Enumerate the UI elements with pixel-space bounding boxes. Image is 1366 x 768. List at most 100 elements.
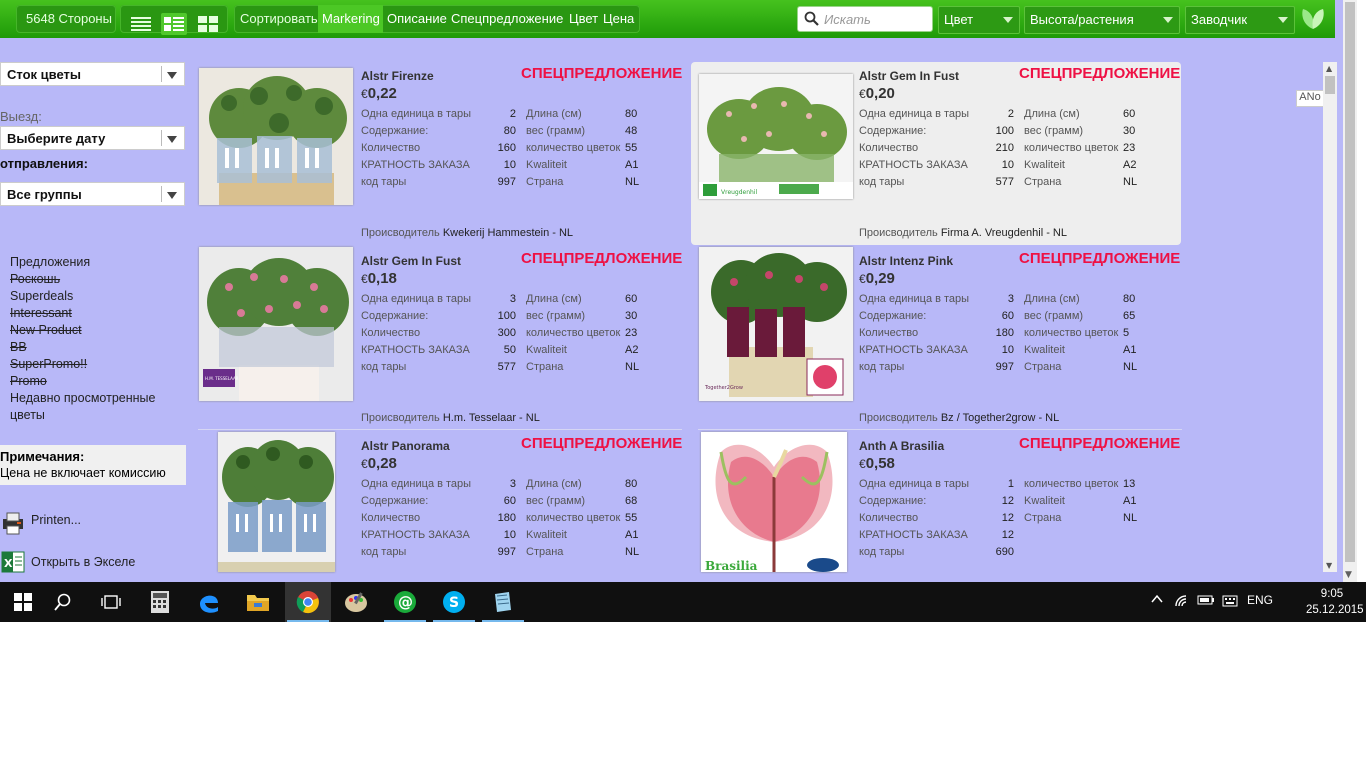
page-count: 5648 Стороны	[26, 11, 112, 26]
nav-item-recently-viewed[interactable]: Недавно просмотренные цветы	[10, 390, 185, 424]
detail-view-icon[interactable]	[161, 13, 187, 35]
nav-item-superdeals[interactable]: Superdeals	[10, 288, 185, 305]
nav-item-bb[interactable]: BB	[10, 339, 185, 356]
color-filter-label: Цвет	[944, 12, 974, 27]
notes-text: Цена не включает комиссию	[0, 466, 166, 480]
producer-name[interactable]: Bz / Together2grow - NL	[941, 412, 1059, 424]
product-photo[interactable]: H.M. TESSELAAR	[199, 247, 353, 401]
print-action[interactable]: Printen...	[0, 510, 186, 535]
leaf-logo-icon[interactable]	[1299, 7, 1327, 35]
spec-value: NL	[1123, 176, 1138, 188]
date-select[interactable]: Выберите дату	[0, 126, 185, 150]
product-name[interactable]: Alstr Panorama	[361, 439, 450, 453]
spec-label: количество цветок	[526, 327, 621, 339]
sort-description[interactable]: Описание	[387, 11, 447, 26]
producer-name[interactable]: Firma A. Vreugdenhil - NL	[941, 227, 1067, 239]
spec-label: Kwaliteit	[526, 344, 567, 356]
notepad-icon	[495, 592, 511, 612]
spec-label: Содержание:	[361, 310, 429, 322]
stock-select[interactable]: Сток цветы	[0, 62, 185, 86]
sort-color[interactable]: Цвет	[569, 11, 598, 26]
mail-agent-app[interactable]: @	[382, 582, 428, 622]
content-scrollbar[interactable]: ▲ ▼	[1323, 62, 1337, 572]
nav-item-offers[interactable]: Предложения	[10, 254, 185, 271]
grid-view-icon[interactable]	[195, 13, 221, 35]
product-card-alstr-firenze[interactable]: Alstr Firenze €0,22 СПЕЦПРЕДЛОЖЕНИЕ Одна ед…	[193, 62, 683, 245]
running-indicator	[384, 620, 426, 622]
producer-label: Происводитель	[859, 412, 938, 424]
spec-value: 180	[995, 327, 1014, 339]
search-taskbar-button[interactable]	[40, 582, 86, 622]
departure-label: Выезд:	[0, 109, 42, 124]
product-card-alstr-panorama[interactable]: Alstr Panorama €0,28 СПЕЦПРЕДЛОЖЕНИЕ Одна е…	[193, 432, 683, 582]
language-indicator[interactable]: ENG	[1247, 593, 1273, 607]
product-name[interactable]: Alstr Gem In Fust	[859, 69, 959, 83]
product-name[interactable]: Anth A Brasilia	[859, 439, 944, 453]
ano-button[interactable]: ANo	[1296, 90, 1324, 107]
height-filter-dropdown[interactable]: Высота/растения	[1024, 6, 1180, 34]
product-photo[interactable]: Vreugdenhil	[699, 74, 853, 199]
print-label: Printen...	[31, 513, 82, 527]
product-card-alstr-gem-in-fust-pink[interactable]: H.M. TESSELAAR Alstr Gem In Fust €0,18 СПЕЦ…	[193, 247, 683, 430]
spec-value: 3	[509, 478, 516, 490]
producer-label: Происводитель	[859, 227, 938, 239]
product-card-alstr-intenz-pink[interactable]: Together2Grow Alstr Intenz Pink €0,29 СПЕЦП…	[691, 247, 1181, 430]
scroll-down-icon[interactable]: ▼	[1345, 570, 1352, 580]
show-hidden-icons[interactable]	[1150, 592, 1164, 609]
paint-app[interactable]	[333, 582, 379, 622]
product-photo[interactable]	[218, 432, 335, 572]
spec-label: количество цветок	[526, 512, 621, 524]
list-view-icon[interactable]	[128, 13, 154, 35]
scroll-down-icon[interactable]: ▼	[1326, 561, 1332, 570]
spec-label: Количество	[361, 142, 421, 154]
special-offer-badge: СПЕЦПРЕДЛОЖЕНИЕ	[1019, 65, 1181, 82]
group-select[interactable]: Все группы	[0, 182, 185, 206]
page-scrollbar[interactable]: ▼	[1343, 0, 1357, 582]
producer-name[interactable]: Kwekerij Hammestein - NL	[443, 227, 573, 239]
product-card-alstr-gem-in-fust[interactable]: Vreugdenhil Alstr Gem In Fust €0,20 СПЕЦПРЕ…	[691, 62, 1181, 245]
search-input[interactable]: Искать	[797, 6, 933, 32]
scroll-up-icon[interactable]: ▲	[1326, 64, 1332, 73]
spec-label: Одна единица в тары	[859, 293, 970, 305]
nav-item-promo[interactable]: Promo	[10, 373, 185, 390]
sort-price[interactable]: Цена	[603, 11, 634, 26]
chrome-app[interactable]	[285, 582, 331, 622]
sort-markering[interactable]: Markering	[322, 11, 380, 26]
sort-special[interactable]: Спецпредложение	[451, 11, 563, 26]
nav-item-superpromo[interactable]: SuperPromo!!	[10, 356, 185, 373]
color-filter-dropdown[interactable]: Цвет	[938, 6, 1020, 34]
spec-value: 12	[1001, 512, 1014, 524]
product-name[interactable]: Alstr Firenze	[361, 69, 434, 83]
product-photo[interactable]: Together2Grow	[699, 247, 853, 401]
nav-item-new-product[interactable]: New Product	[10, 322, 185, 339]
notes-app[interactable]	[480, 582, 526, 622]
calculator-app[interactable]	[137, 582, 183, 622]
keyboard-icon[interactable]	[1222, 594, 1238, 611]
breeder-filter-dropdown[interactable]: Заводчик	[1185, 6, 1295, 34]
special-offer-badge: СПЕЦПРЕДЛОЖЕНИЕ	[1019, 435, 1181, 452]
product-photo[interactable]: Brasilia	[701, 432, 847, 572]
producer-name[interactable]: H.m. Tesselaar - NL	[443, 412, 540, 424]
clock-date: 25.12.2015	[1306, 604, 1364, 616]
product-card-anth-a-brasilia[interactable]: Brasilia Anth A Brasilia €0,58 СПЕЦПРЕДЛОЖЕ…	[691, 432, 1181, 582]
battery-icon[interactable]	[1197, 594, 1215, 609]
skype-app[interactable]: S	[431, 582, 477, 622]
product-name[interactable]: Alstr Gem In Fust	[361, 254, 461, 268]
network-icon[interactable]	[1174, 594, 1190, 611]
spec-label: количество цветок	[1024, 478, 1119, 490]
clock[interactable]: 9:05 25.12.2015	[1306, 586, 1364, 618]
edge-app[interactable]	[186, 582, 232, 622]
search-placeholder: Искать	[824, 12, 871, 27]
task-view-button[interactable]	[88, 582, 134, 622]
product-name[interactable]: Alstr Intenz Pink	[859, 254, 953, 268]
page-scroll-thumb[interactable]	[1345, 2, 1355, 562]
scroll-thumb[interactable]	[1325, 76, 1335, 94]
printer-icon	[0, 510, 26, 540]
nav-item-interessant[interactable]: Interessant	[10, 305, 185, 322]
excel-action[interactable]: X Открыть в Экселе	[0, 550, 186, 573]
nav-item-luxury[interactable]: Роскошь	[10, 271, 185, 288]
product-photo[interactable]	[199, 68, 353, 205]
explorer-app[interactable]	[235, 582, 281, 622]
spec-value: 10	[1001, 344, 1014, 356]
currency-symbol: €	[361, 457, 368, 471]
